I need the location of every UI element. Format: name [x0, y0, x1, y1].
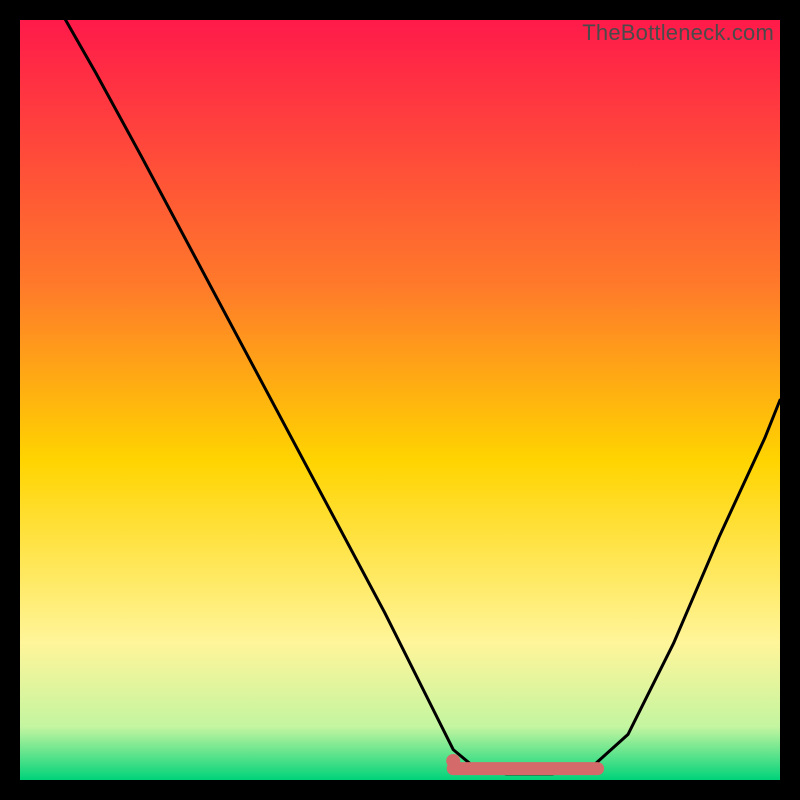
- chart-frame: TheBottleneck.com: [20, 20, 780, 780]
- bottleneck-chart-svg: [20, 20, 780, 780]
- marker-dot: [446, 754, 460, 768]
- attribution-label: TheBottleneck.com: [582, 20, 774, 46]
- plot-background: [20, 20, 780, 780]
